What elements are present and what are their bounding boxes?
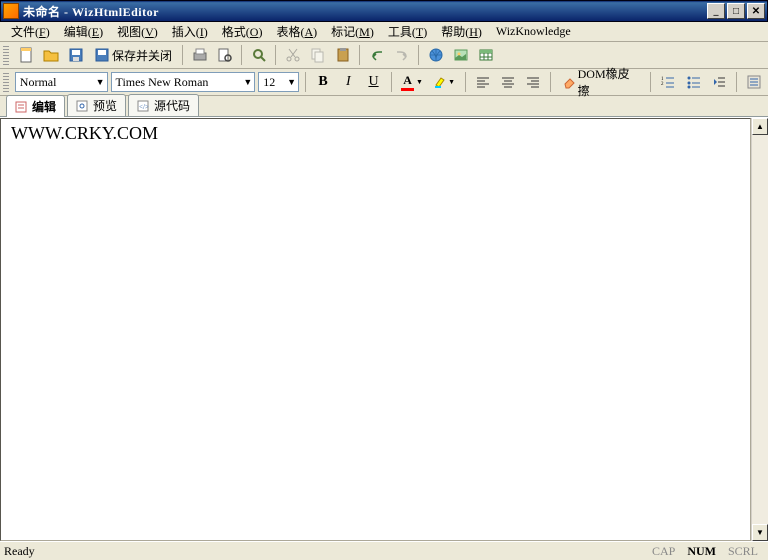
toolbar-separator — [550, 72, 551, 92]
align-left-button[interactable] — [472, 71, 494, 94]
preview-icon — [76, 100, 90, 112]
style-combo[interactable]: Normal▼ — [15, 72, 108, 92]
print-button[interactable] — [188, 44, 211, 67]
bullet-list-button[interactable] — [682, 71, 704, 94]
bold-button[interactable]: B — [312, 71, 334, 94]
view-tabs: 编辑 预览 </> 源代码 — [0, 96, 768, 117]
insert-table-button[interactable] — [474, 44, 497, 67]
toolbar-separator — [650, 72, 651, 92]
svg-text:</>: </> — [139, 103, 149, 111]
dom-eraser-button[interactable]: DOM橡皮擦 — [557, 71, 644, 94]
svg-text:2: 2 — [661, 82, 664, 87]
toolbar-separator — [182, 45, 183, 65]
editor-content[interactable]: WWW.CRKY.COM — [0, 118, 751, 541]
menu-table[interactable]: 表格(A) — [269, 21, 324, 42]
font-color-button[interactable]: A▼ — [398, 71, 427, 94]
tab-source[interactable]: </> 源代码 — [128, 94, 199, 116]
redo-button[interactable] — [390, 44, 413, 67]
copy-button[interactable] — [306, 44, 329, 67]
vertical-scrollbar[interactable]: ▲ ▼ — [751, 118, 768, 541]
menu-edit[interactable]: 编辑(E) — [57, 21, 110, 42]
more-button[interactable] — [743, 71, 765, 94]
source-icon: </> — [137, 100, 151, 112]
toolbar-grip[interactable] — [3, 45, 9, 65]
toolbar-separator — [241, 45, 242, 65]
insert-image-button[interactable] — [449, 44, 472, 67]
new-button[interactable] — [14, 44, 37, 67]
save-button[interactable] — [64, 44, 87, 67]
underline-button[interactable]: U — [362, 71, 384, 94]
toolbar-separator — [359, 45, 360, 65]
menu-wizknowledge[interactable]: WizKnowledge — [489, 22, 578, 41]
toolbar-separator — [736, 72, 737, 92]
toolbar-separator — [275, 45, 276, 65]
menu-file[interactable]: 文件(F) — [4, 21, 57, 42]
align-right-button[interactable] — [522, 71, 544, 94]
window-title: 未命名 - WizHtmlEditor — [23, 3, 707, 20]
tab-preview[interactable]: 预览 — [67, 94, 126, 116]
status-num: NUM — [681, 544, 722, 559]
scroll-track[interactable] — [752, 135, 768, 524]
status-ready: Ready — [4, 544, 646, 559]
toolbar-separator — [305, 72, 306, 92]
menu-help[interactable]: 帮助(H) — [434, 21, 489, 42]
print-preview-button[interactable] — [213, 44, 236, 67]
tab-preview-label: 预览 — [93, 97, 117, 114]
tab-source-label: 源代码 — [154, 97, 190, 114]
main-toolbar: 保存并关闭 — [0, 42, 768, 69]
toolbar-separator — [391, 72, 392, 92]
save-close-button[interactable]: 保存并关闭 — [89, 44, 177, 67]
status-cap: CAP — [646, 544, 681, 559]
numbered-list-button[interactable]: 12 — [657, 71, 679, 94]
format-toolbar: Normal▼ Times New Roman▼ 12▼ B I U A▼ ▼ … — [0, 69, 768, 96]
toolbar-separator — [418, 45, 419, 65]
insert-link-button[interactable] — [424, 44, 447, 67]
toolbar-grip[interactable] — [3, 72, 9, 92]
window-controls: _ □ ✕ — [707, 3, 765, 19]
italic-button[interactable]: I — [337, 71, 359, 94]
tab-edit-label: 编辑 — [32, 98, 56, 115]
status-scrl: SCRL — [722, 544, 764, 559]
menu-tools[interactable]: 工具(T) — [381, 21, 434, 42]
cut-button[interactable] — [281, 44, 304, 67]
titlebar: 未命名 - WizHtmlEditor _ □ ✕ — [0, 0, 768, 22]
minimize-button[interactable]: _ — [707, 3, 725, 19]
undo-button[interactable] — [365, 44, 388, 67]
toolbar-separator — [465, 72, 466, 92]
menu-format[interactable]: 格式(O) — [215, 21, 270, 42]
menubar: 文件(F) 编辑(E) 视图(V) 插入(I) 格式(O) 表格(A) 标记(M… — [0, 22, 768, 42]
fontsize-combo[interactable]: 12▼ — [258, 72, 299, 92]
edit-icon — [15, 101, 29, 113]
app-icon — [3, 3, 19, 19]
font-combo[interactable]: Times New Roman▼ — [111, 72, 256, 92]
statusbar: Ready CAP NUM SCRL — [0, 541, 768, 560]
highlight-button[interactable]: ▼ — [430, 71, 459, 94]
scroll-down-button[interactable]: ▼ — [752, 524, 768, 541]
menu-view[interactable]: 视图(V) — [110, 21, 165, 42]
editor-area: WWW.CRKY.COM ▲ ▼ — [0, 117, 768, 541]
scroll-up-button[interactable]: ▲ — [752, 118, 768, 135]
close-button[interactable]: ✕ — [747, 3, 765, 19]
find-button[interactable] — [247, 44, 270, 67]
menu-insert[interactable]: 插入(I) — [165, 21, 215, 42]
outdent-button[interactable] — [708, 71, 730, 94]
tab-edit[interactable]: 编辑 — [6, 95, 65, 117]
paste-button[interactable] — [331, 44, 354, 67]
maximize-button[interactable]: □ — [727, 3, 745, 19]
open-button[interactable] — [39, 44, 62, 67]
align-center-button[interactable] — [497, 71, 519, 94]
menu-mark[interactable]: 标记(M) — [324, 21, 381, 42]
